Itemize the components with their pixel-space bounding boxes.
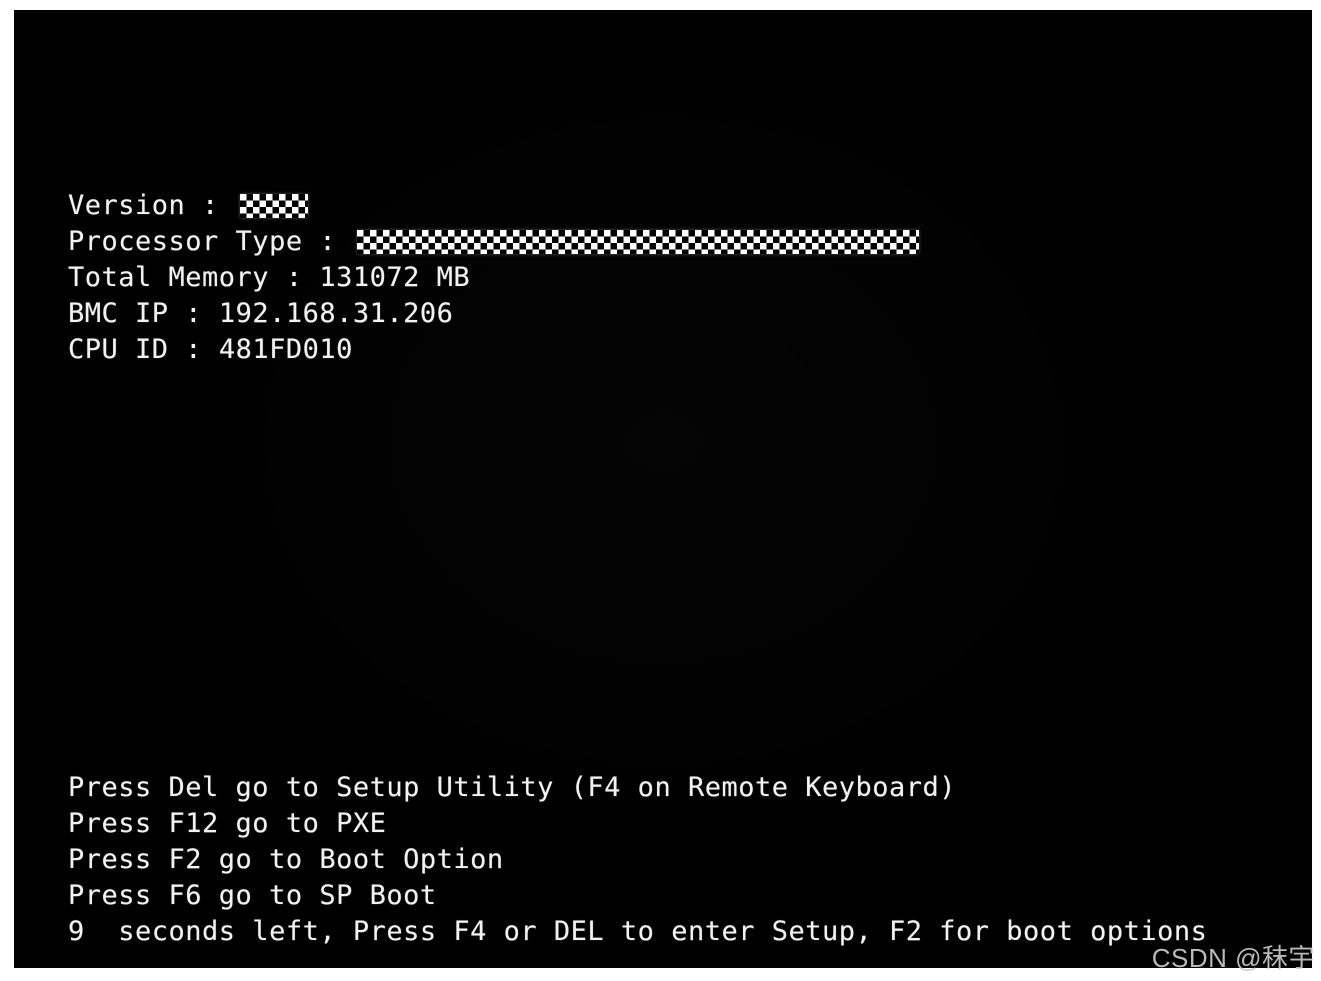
boot-countdown-row: 9 seconds left, Press F4 or DEL to enter… bbox=[68, 914, 1207, 950]
boot-hint-pxe: Press F12 go to PXE bbox=[68, 806, 1207, 842]
csdn-watermark: CSDN @秣宇 bbox=[1151, 943, 1315, 973]
boot-hint-setup-utility: Press Del go to Setup Utility (F4 on Rem… bbox=[68, 770, 1207, 806]
boot-hint-boot-option: Press F2 go to Boot Option bbox=[68, 842, 1207, 878]
boot-hint-sp-boot: Press F6 go to SP Boot bbox=[68, 878, 1207, 914]
processor-type-redaction-block bbox=[356, 230, 919, 254]
version-redaction-block bbox=[239, 194, 308, 218]
boot-hint-setup-utility-label: Press Del go to Setup Utility (F4 on Rem… bbox=[68, 772, 957, 803]
system-info-row-total-memory: Total Memory : 131072 MB bbox=[68, 260, 919, 296]
page-background: Version : Processor Type : Total Memory … bbox=[0, 0, 1321, 981]
processor-type-label: Processor Type : bbox=[68, 226, 353, 257]
boot-hint-sp-boot-label: Press F6 go to SP Boot bbox=[68, 880, 437, 911]
total-memory-value: 131072 MB bbox=[319, 262, 471, 293]
cpu-id-value: 481FD010 bbox=[218, 334, 353, 365]
bios-boot-screen: Version : Processor Type : Total Memory … bbox=[14, 10, 1312, 968]
version-label: Version : bbox=[68, 190, 236, 221]
boot-hints-block: Press Del go to Setup Utility (F4 on Rem… bbox=[68, 770, 1207, 950]
system-info-row-version: Version : bbox=[68, 188, 919, 224]
bmc-ip-value: 192.168.31.206 bbox=[218, 298, 454, 329]
total-memory-label: Total Memory : bbox=[68, 262, 320, 293]
cpu-id-label: CPU ID : bbox=[68, 334, 219, 365]
system-info-block: Version : Processor Type : Total Memory … bbox=[68, 188, 919, 368]
boot-countdown-text: 9 seconds left, Press F4 or DEL to enter… bbox=[68, 916, 1208, 947]
boot-hint-boot-option-label: Press F2 go to Boot Option bbox=[68, 844, 504, 875]
system-info-row-bmc-ip: BMC IP : 192.168.31.206 bbox=[68, 296, 919, 332]
system-info-row-cpu-id: CPU ID : 481FD010 bbox=[68, 332, 919, 368]
bmc-ip-label: BMC IP : bbox=[68, 298, 219, 329]
system-info-row-processor-type: Processor Type : bbox=[68, 224, 919, 260]
boot-hint-pxe-label: Press F12 go to PXE bbox=[68, 808, 387, 839]
